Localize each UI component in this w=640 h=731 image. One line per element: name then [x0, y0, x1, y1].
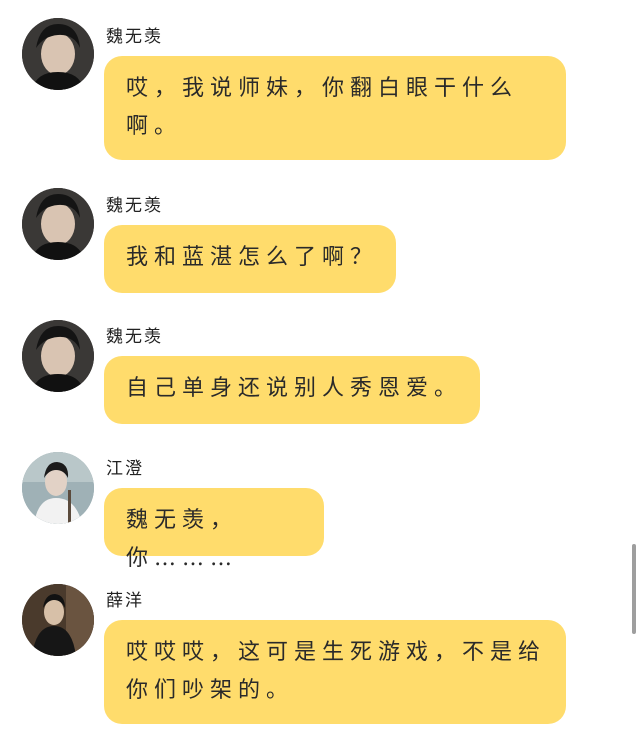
- sender-name: 薛洋: [106, 591, 144, 611]
- avatar[interactable]: [22, 320, 94, 392]
- avatar-portrait-icon: [22, 18, 94, 90]
- avatar-portrait-icon: [22, 452, 94, 524]
- message-bubble[interactable]: 魏无羡，你………: [104, 488, 324, 571]
- avatar[interactable]: [22, 452, 94, 524]
- avatar-portrait-icon: [22, 584, 94, 656]
- message-bubble[interactable]: 自己单身还说别人秀恩爱。: [104, 356, 480, 424]
- message-bubble[interactable]: 哎，我说师妹，你翻白眼干什么啊。: [104, 56, 566, 160]
- sender-name: 魏无羡: [106, 327, 163, 347]
- avatar[interactable]: [22, 188, 94, 260]
- avatar-portrait-icon: [22, 188, 94, 260]
- message-bubble[interactable]: 我和蓝湛怎么了啊？: [104, 225, 396, 293]
- avatar[interactable]: [22, 18, 94, 90]
- sender-name: 魏无羡: [106, 196, 163, 216]
- sender-name: 江澄: [106, 459, 144, 479]
- sender-name: 魏无羡: [106, 27, 163, 47]
- avatar-portrait-icon: [22, 320, 94, 392]
- avatar[interactable]: [22, 584, 94, 656]
- scrollbar[interactable]: [632, 544, 636, 634]
- message-bubble[interactable]: 哎哎哎，这可是生死游戏，不是给你们吵架的。: [104, 620, 566, 724]
- chat-area: 魏无羡 哎，我说师妹，你翻白眼干什么啊。 魏无羡 我和蓝湛怎么了啊？ 魏无羡 自: [0, 0, 640, 731]
